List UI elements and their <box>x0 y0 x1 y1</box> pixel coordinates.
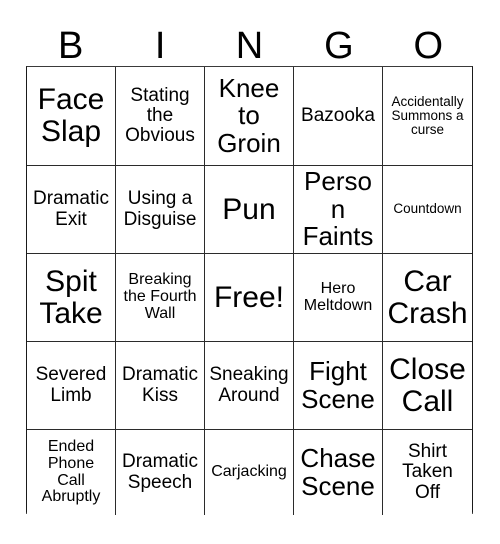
bingo-cell[interactable]: Ended Phone Call Abruptly <box>27 430 116 515</box>
bingo-cell[interactable]: Knee to Groin <box>205 67 294 166</box>
bingo-cell[interactable]: Stating the Obvious <box>116 67 205 166</box>
bingo-cell-label: Knee to Groin <box>217 72 281 158</box>
bingo-grid: Face Slap Stating the Obvious Knee to Gr… <box>26 66 473 515</box>
bingo-cell[interactable]: Breaking the Fourth Wall <box>116 254 205 342</box>
bingo-cell[interactable]: Dramatic Kiss <box>116 342 205 430</box>
bingo-cell-label: Face Slap <box>37 83 105 148</box>
bingo-cell[interactable]: Person Faints <box>294 166 383 254</box>
bingo-cell[interactable]: Accidentally Summons a curse <box>383 67 472 166</box>
bingo-cell-label: Dramatic Kiss <box>121 364 198 406</box>
bingo-cell[interactable]: Countdown <box>383 166 472 254</box>
bingo-cell-label: Sneaking Around <box>209 364 289 406</box>
bingo-cell-label: Dramatic Speech <box>121 451 198 493</box>
bingo-cell[interactable]: Severed Limb <box>27 342 116 430</box>
bingo-cell-label: Hero Meltdown <box>303 279 373 314</box>
bingo-cell-label: Pun <box>222 192 276 226</box>
bingo-cell-label: Ended Phone Call Abruptly <box>41 437 101 506</box>
bingo-cell-label: Severed Limb <box>35 364 107 406</box>
bingo-cell[interactable]: Hero Meltdown <box>294 254 383 342</box>
bingo-cell-label: Free! <box>213 280 285 314</box>
bingo-header-letter-b: B <box>58 25 84 67</box>
bingo-cell-label: Carjacking <box>211 463 287 481</box>
bingo-header-letter-i: I <box>154 25 166 67</box>
bingo-cell[interactable]: Close Call <box>383 342 472 430</box>
bingo-cell[interactable]: Pun <box>205 166 294 254</box>
bingo-cell-label: Accidentally Summons a curse <box>391 93 464 138</box>
bingo-cell[interactable]: Shirt Taken Off <box>383 430 472 515</box>
bingo-cell[interactable]: Fight Scene <box>294 342 383 430</box>
bingo-cell-free[interactable]: Free! <box>205 254 294 342</box>
bingo-cell[interactable]: Dramatic Exit <box>27 166 116 254</box>
bingo-cell[interactable]: Face Slap <box>27 67 116 166</box>
bingo-cell[interactable]: Chase Scene <box>294 430 383 515</box>
bingo-cell-label: Chase Scene <box>300 442 376 501</box>
bingo-cell-label: Stating the Obvious <box>125 84 195 147</box>
bingo-cell-label: Breaking the Fourth Wall <box>123 271 197 322</box>
bingo-cell[interactable]: Dramatic Speech <box>116 430 205 515</box>
bingo-cell[interactable]: Spit Take <box>27 254 116 342</box>
bingo-header-row: B I N G O <box>26 16 473 66</box>
bingo-header-letter-n: N <box>235 25 264 67</box>
bingo-cell[interactable]: Sneaking Around <box>205 342 294 430</box>
bingo-cell-label: Dramatic Exit <box>32 188 109 230</box>
bingo-cell-label: Countdown <box>393 201 462 217</box>
bingo-cell-label: Car Crash <box>387 264 468 330</box>
bingo-cell-label: Close Call <box>389 352 466 418</box>
bingo-cell-label: Spit Take <box>39 264 103 330</box>
bingo-cell-label: Bazooka <box>301 104 375 126</box>
bingo-cell[interactable]: Car Crash <box>383 254 472 342</box>
bingo-cell[interactable]: Using a Disguise <box>116 166 205 254</box>
bingo-cell-label: Using a Disguise <box>123 188 197 230</box>
bingo-header-letter-g: G <box>324 25 354 67</box>
bingo-cell[interactable]: Carjacking <box>205 430 294 515</box>
bingo-cell-label: Shirt Taken Off <box>402 441 453 503</box>
bingo-cell[interactable]: Bazooka <box>294 67 383 166</box>
bingo-header-letter-o: O <box>413 25 444 67</box>
bingo-card: B I N G O Face Slap Stating the Obvious … <box>0 0 500 544</box>
bingo-cell-label: Person Faints <box>302 166 374 252</box>
bingo-cell-label: Fight Scene <box>301 355 375 414</box>
